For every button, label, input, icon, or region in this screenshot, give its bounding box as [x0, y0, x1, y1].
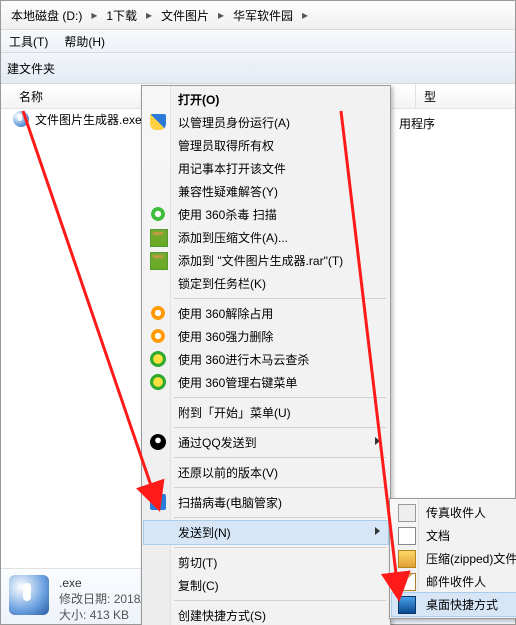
submenu-arrow-icon	[375, 527, 380, 535]
ctx-pin-start[interactable]: 附到「开始」菜单(U)	[144, 401, 388, 424]
ctx-restore-prev[interactable]: 还原以前的版本(V)	[144, 461, 388, 484]
column-type-header[interactable]: 型	[416, 84, 436, 108]
separator	[174, 397, 386, 398]
ctx-cut[interactable]: 剪切(T)	[144, 551, 388, 574]
menu-help[interactable]: 帮助(H)	[56, 33, 113, 50]
details-size-value: 413 KB	[90, 608, 129, 622]
breadcrumb-seg-drive[interactable]: 本地磁盘 (D:)	[5, 1, 88, 29]
mail-icon	[398, 573, 416, 591]
context-menu: 打开(O) 以管理员身份运行(A) 管理员取得所有权 用记事本打开该文件 兼容性…	[141, 85, 391, 625]
fax-icon	[398, 504, 416, 522]
ctx-scan-virus[interactable]: 扫描病毒(电脑管家)	[144, 491, 388, 514]
360-antivirus-icon	[150, 206, 166, 222]
separator	[174, 517, 386, 518]
sendto-zip[interactable]: 压缩(zipped)文件	[392, 547, 516, 570]
sendto-desktop-shortcut[interactable]: 桌面快捷方式	[392, 593, 516, 616]
file-type-label: 用程序	[399, 115, 435, 132]
ctx-create-shortcut[interactable]: 创建快捷方式(S)	[144, 604, 388, 625]
chevron-right-icon[interactable]: ▸	[88, 8, 100, 22]
submenu-arrow-icon	[375, 437, 380, 445]
shield-icon	[150, 114, 166, 130]
documents-icon	[398, 527, 416, 545]
ctx-qq-send[interactable]: 通过QQ发送到	[144, 431, 388, 454]
menu-tools[interactable]: 工具(T)	[1, 33, 56, 50]
chevron-right-icon[interactable]: ▸	[299, 8, 311, 22]
ctx-open-notepad[interactable]: 用记事本打开该文件	[144, 157, 388, 180]
ctx-run-as-admin[interactable]: 以管理员身份运行(A)	[144, 111, 388, 134]
breadcrumb-seg-downloads[interactable]: 1下载	[100, 1, 143, 29]
ctx-360-scan[interactable]: 使用 360杀毒 扫描	[144, 203, 388, 226]
menu-bar: 工具(T) 帮助(H)	[1, 30, 515, 53]
winrar-icon	[150, 252, 168, 270]
separator	[174, 600, 386, 601]
breadcrumb-seg-pics[interactable]: 文件图片	[155, 1, 215, 29]
chevron-right-icon[interactable]: ▸	[215, 8, 227, 22]
file-name-label: 文件图片生成器.exe	[35, 111, 142, 128]
360-orange-icon	[150, 305, 166, 321]
breadcrumb[interactable]: 本地磁盘 (D:) ▸ 1下载 ▸ 文件图片 ▸ 华军软件园 ▸	[1, 1, 515, 30]
ctx-send-to[interactable]: 发送到(N)	[144, 521, 388, 544]
sendto-submenu: 传真收件人 文档 压缩(zipped)文件 邮件收件人 桌面快捷方式	[389, 498, 516, 619]
toolbar: 建文件夹	[1, 53, 515, 84]
ctx-take-ownership[interactable]: 管理员取得所有权	[144, 134, 388, 157]
ctx-360-force-delete[interactable]: 使用 360强力删除	[144, 325, 388, 348]
zip-folder-icon	[398, 550, 416, 568]
separator	[174, 487, 386, 488]
ctx-360-unlock[interactable]: 使用 360解除占用	[144, 302, 388, 325]
sendto-fax[interactable]: 传真收件人	[392, 501, 516, 524]
separator	[174, 457, 386, 458]
details-date-label: 修改日期:	[59, 592, 110, 606]
details-filename: .exe	[59, 576, 82, 590]
exe-icon	[13, 111, 29, 127]
ctx-open[interactable]: 打开(O)	[144, 88, 388, 111]
ctx-compat-troubleshoot[interactable]: 兼容性疑难解答(Y)	[144, 180, 388, 203]
360-orange-icon	[150, 328, 166, 344]
tencent-guanjia-icon	[150, 494, 166, 510]
details-size-label: 大小:	[59, 608, 86, 622]
360-ball-icon	[150, 374, 166, 390]
ctx-360-trojan-scan[interactable]: 使用 360进行木马云查杀	[144, 348, 388, 371]
sendto-documents[interactable]: 文档	[392, 524, 516, 547]
360-ball-icon	[150, 351, 166, 367]
ctx-copy[interactable]: 复制(C)	[144, 574, 388, 597]
exe-icon	[9, 575, 49, 615]
ctx-pin-taskbar[interactable]: 锁定到任务栏(K)	[144, 272, 388, 295]
separator	[174, 427, 386, 428]
separator	[174, 298, 386, 299]
sendto-mail[interactable]: 邮件收件人	[392, 570, 516, 593]
desktop-icon	[398, 596, 416, 614]
qq-icon	[150, 434, 166, 450]
ctx-add-to-archive[interactable]: 添加到压缩文件(A)...	[144, 226, 388, 249]
new-folder-button[interactable]: 建文件夹	[7, 60, 55, 77]
ctx-add-to-named-rar[interactable]: 添加到 "文件图片生成器.rar"(T)	[144, 249, 388, 272]
winrar-icon	[150, 229, 168, 247]
breadcrumb-seg-current[interactable]: 华军软件园	[227, 1, 299, 29]
ctx-360-manage-menu[interactable]: 使用 360管理右键菜单	[144, 371, 388, 394]
separator	[174, 547, 386, 548]
chevron-right-icon[interactable]: ▸	[143, 8, 155, 22]
